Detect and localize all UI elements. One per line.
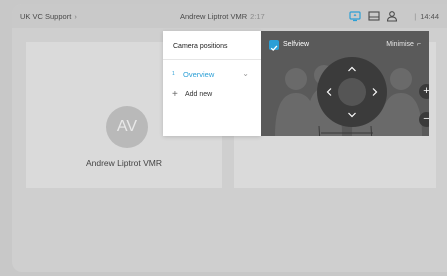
- clock: | 14:44: [414, 12, 439, 21]
- call-duration: 2:17: [250, 12, 265, 21]
- minimise-icon: ⌐: [416, 41, 421, 48]
- minimise-label: Minimise: [386, 41, 414, 48]
- add-preset-button[interactable]: + Add new: [163, 85, 261, 100]
- minus-icon: −: [423, 113, 429, 125]
- participant-name: Andrew Liptrot VMR: [85, 158, 163, 168]
- breadcrumb-label: UK VC Support: [20, 12, 72, 21]
- plus-icon: +: [423, 85, 429, 97]
- clock-time: 14:44: [420, 12, 439, 21]
- breadcrumb[interactable]: UK VC Support ›: [20, 12, 77, 21]
- person-icon[interactable]: [386, 10, 398, 22]
- selfview-panel: Selfview Minimise ⌐ + −: [261, 31, 429, 136]
- selfview-checkbox[interactable]: [269, 40, 279, 52]
- screen-share-icon[interactable]: [349, 10, 361, 22]
- camera-preset-overview[interactable]: 1 Overview ⌄: [163, 60, 261, 85]
- top-bar: UK VC Support › Andrew Liptrot VMR 2:17 |…: [12, 4, 447, 28]
- call-title: Andrew Liptrot VMR 2:17: [180, 12, 265, 21]
- checkmark-icon: [270, 45, 278, 52]
- layout-icon[interactable]: [368, 10, 380, 22]
- chevron-down-icon[interactable]: ⌄: [242, 69, 249, 78]
- camera-positions-title: Camera positions: [163, 31, 261, 60]
- add-preset-label: Add new: [185, 91, 213, 98]
- avatar: AV: [106, 106, 148, 148]
- preset-label: Overview: [183, 70, 215, 79]
- call-name: Andrew Liptrot VMR: [180, 12, 248, 21]
- chevron-right-icon: ›: [72, 12, 77, 21]
- camera-positions-panel: Camera positions 1 Overview ⌄ + Add new: [163, 31, 261, 136]
- zoom-out-button[interactable]: −: [419, 112, 429, 127]
- zoom-in-button[interactable]: +: [419, 84, 429, 99]
- minimise-button[interactable]: Minimise ⌐: [386, 41, 421, 48]
- plus-icon: +: [172, 89, 178, 100]
- preset-index: 1: [172, 71, 175, 77]
- camera-direction-pad[interactable]: [316, 56, 388, 128]
- selfview-label: Selfview: [283, 41, 310, 48]
- call-screen: UK VC Support › Andrew Liptrot VMR 2:17 |…: [12, 4, 447, 272]
- clock-separator: |: [414, 12, 417, 21]
